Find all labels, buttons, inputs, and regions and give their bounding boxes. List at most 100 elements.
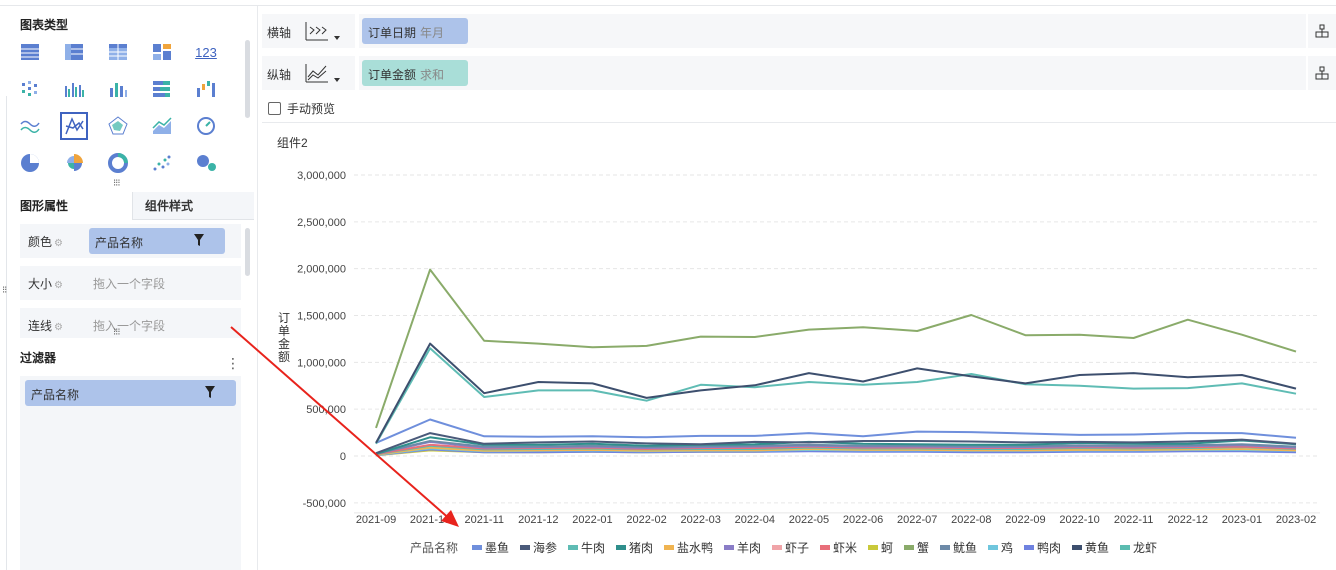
hierarchy-icon [1315,24,1329,38]
resize-handle-bottom[interactable]: ⁝⁝⁝ [113,327,120,338]
y-tick-label: 0 [340,451,346,463]
resize-handle-top[interactable]: ⁝⁝⁝ [113,178,120,189]
chart-types-title: 图表类型 [20,18,69,32]
x-tick-label: 2021-12 [518,514,558,526]
series-line-墨鱼 [375,418,1297,444]
legend-swatch [904,545,914,550]
panel-collapse-handle[interactable]: ⁝⁝ [2,285,7,296]
chart-type-kpi-number-icon[interactable]: 123 [192,38,220,66]
x-tick-label: 2021-09 [356,514,396,526]
x-axis-label: 横轴 [267,26,292,40]
x-tick-label: 2022-07 [897,514,937,526]
chart-type-pie-icon[interactable] [16,149,44,177]
axis-separator [355,14,359,48]
chart-type-curve-icon[interactable] [16,112,44,140]
legend-item: 蟹 [917,540,929,555]
y-tick-label: -500,000 [303,498,346,510]
filter-icon[interactable] [193,233,205,247]
chart-type-scatter-bar-icon[interactable] [16,75,44,103]
hierarchy-icon [1315,66,1329,80]
color-field-pill[interactable]: 产品名称 [89,228,225,254]
y-axis-title: 订 [278,311,290,325]
x-axis-settings-button[interactable] [1306,14,1336,48]
more-menu-icon[interactable]: ⋮ [226,355,240,372]
chart-type-waterfall-icon[interactable] [192,75,220,103]
chart-type-scatter-icon[interactable] [148,149,176,177]
manual-preview-checkbox[interactable] [268,101,281,115]
x-axis-field-text: 订单日期 年月 [368,26,445,40]
chart-types-scrollbar[interactable] [245,40,250,118]
x-tick-label: 2022-04 [735,514,775,526]
size-drop-zone[interactable]: 拖入一个字段 [93,275,165,292]
legend-swatch [616,545,626,550]
line-chart: 组件2 3,000,000 2,500,000 2,000,000 1,500,000 1… [277,136,1320,555]
chart-type-donut-icon[interactable] [104,149,132,177]
gear-icon[interactable]: ⚙ [54,280,63,291]
scatter-icon [153,155,171,171]
chart-type-table-icon[interactable] [16,38,44,66]
legend-swatch [568,545,578,550]
legend-swatch [664,545,674,550]
color-field-text: 产品名称 [95,236,144,250]
x-axis-type-icon[interactable] [302,19,332,43]
properties-scrollbar[interactable] [245,228,250,276]
chart-type-gauge-icon[interactable] [192,112,220,140]
column-icon [110,83,127,97]
chart-type-grouped-bar-icon[interactable] [60,75,88,103]
legend-swatch [724,545,734,550]
tab-graph-properties[interactable]: 图形属性 [8,192,132,220]
legend-item: 鸡 [1001,540,1013,555]
legend-item: 鸭肉 [1037,541,1061,555]
chart-type-cross-table-icon[interactable] [60,38,88,66]
y-axis-title: 金 [278,336,290,351]
legend-item: 蚵 [881,541,893,555]
filter-icon[interactable] [204,385,216,399]
gear-icon[interactable]: ⚙ [54,238,63,249]
chart-type-stacked-bar-icon[interactable] [148,75,176,103]
axis-separator [355,56,359,90]
chart-type-area-icon[interactable] [148,112,176,140]
manual-preview-toggle[interactable]: 手动预览 [268,100,335,116]
chart-type-tile-icon[interactable] [148,38,176,66]
filter-drop-area[interactable]: 产品名称 [20,376,241,570]
y-tick-label: 1,000,000 [297,357,346,369]
y-axis-type-icon[interactable] [302,61,332,85]
x-tick-label: 2022-10 [1059,514,1099,526]
x-axis-field-pill[interactable]: 订单日期 年月 [362,18,468,44]
gear-icon[interactable]: ⚙ [54,322,63,333]
tab-component-style[interactable]: 组件样式 [132,192,254,220]
legend-swatch [1072,545,1082,550]
legend-item: 猪肉 [629,541,653,555]
legend-swatch [868,545,878,550]
legend-item: 虾子 [785,541,809,555]
chart-type-detail-table-icon[interactable] [104,38,132,66]
chart-type-line-icon[interactable] [60,112,88,140]
x-axis-dropdown-icon[interactable] [334,36,340,40]
y-axis-dropdown-icon[interactable] [334,78,340,82]
filter-field-pill[interactable]: 产品名称 [25,380,236,406]
x-tick-label: 2022-05 [789,514,829,526]
line-property-row: 连线 ⚙ 拖入一个字段 [20,308,241,338]
y-axis-field-pill[interactable]: 订单金额 求和 [362,60,468,86]
chart-type-rose-pie-icon[interactable] [60,149,88,177]
x-tick-label: 2022-09 [1005,514,1045,526]
radar-icon [108,116,128,135]
bubble-icon [197,155,216,171]
x-tick-label: 2022-11 [1114,514,1154,526]
app-root: 图表类型 123 ⁝⁝⁝ 图形属性 组件样式 颜色 ⚙ 产品名称 大小 ⚙ 拖入一个… [0,0,1336,570]
y-axis-title: 单 [278,324,290,338]
x-tick-label: 2021-11 [464,514,504,526]
x-tick-label: 2022-01 [572,514,612,526]
chart-type-column-icon[interactable] [104,75,132,103]
line-drop-zone[interactable]: 拖入一个字段 [93,317,165,334]
legend-swatch [472,545,482,550]
chart-type-radar-icon[interactable] [104,112,132,140]
donut-icon [108,153,128,173]
y-axis-settings-button[interactable] [1306,56,1336,90]
legend-item: 羊肉 [737,540,761,555]
stacked-bar-icon [153,81,170,97]
x-tick-label: 2023-01 [1222,514,1262,526]
y-tick-label: 2,000,000 [297,264,346,276]
x-tick-label: 2022-02 [626,514,666,526]
chart-type-bubble-icon[interactable] [192,149,220,177]
